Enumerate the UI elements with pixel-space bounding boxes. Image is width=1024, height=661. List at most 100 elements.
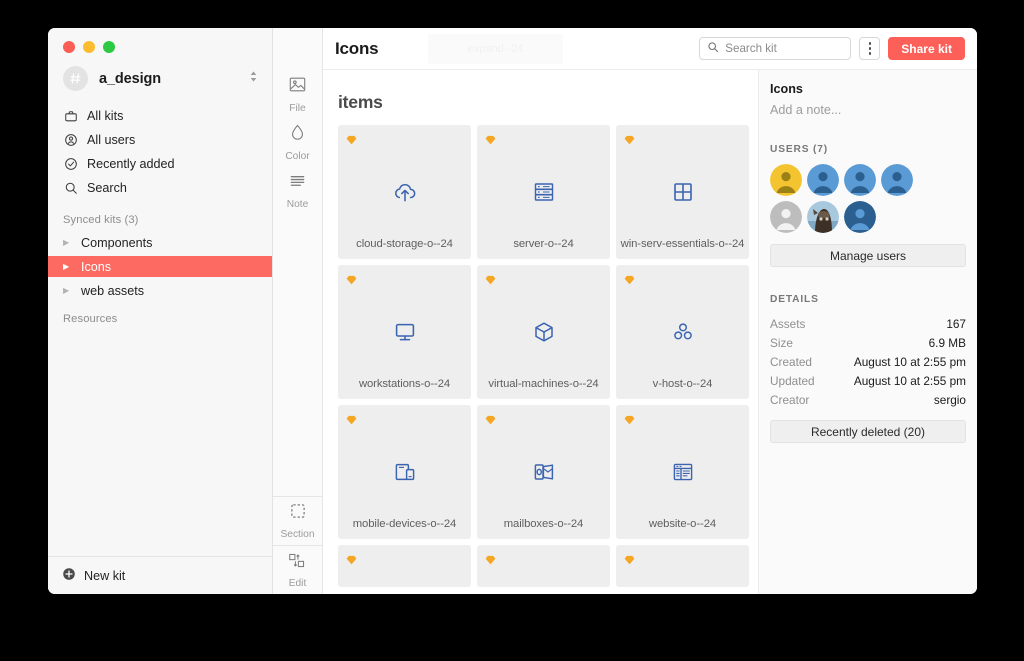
detail-row: Creator sergio (770, 390, 966, 409)
asset-tile[interactable]: mobile-devices-o--24 (338, 405, 471, 539)
page-title: Icons (335, 38, 379, 58)
synced-kits-header: Synced kits (3) (63, 214, 139, 226)
details-list: Assets 167 Size 6.9 MB Created August 10… (770, 314, 966, 409)
asset-tile[interactable]: v-host-o--24 (616, 265, 749, 399)
sidebar: a_design All kits All users Recently add… (48, 28, 273, 594)
dot-icon (868, 42, 872, 45)
sketch-badge-icon (346, 552, 357, 565)
chevron-updown-icon (249, 70, 258, 88)
sidebar-item-all-kits[interactable]: All kits (48, 105, 272, 126)
dashed-square-icon (289, 502, 307, 525)
asset-tile-label: mailboxes-o--24 (503, 518, 584, 530)
zoom-window-button[interactable] (103, 41, 115, 53)
asset-tile[interactable]: win-serv-essentials-o--24 (616, 125, 749, 259)
detail-key: Assets (770, 316, 806, 331)
dot-icon (868, 47, 872, 50)
avatar[interactable] (844, 201, 876, 233)
sketch-badge-icon (485, 272, 496, 285)
search-input[interactable]: Search kit (699, 37, 852, 60)
sketch-badge-icon (485, 552, 496, 565)
outlook-icon (532, 452, 556, 492)
close-window-button[interactable] (63, 41, 75, 53)
sidebar-item-search[interactable]: Search (48, 177, 272, 198)
rail-button-label: Note (286, 198, 309, 210)
asset-tile[interactable] (338, 545, 471, 587)
new-kit-button[interactable]: New kit (48, 556, 272, 594)
sidebar-item-recently-added[interactable]: Recently added (48, 153, 272, 174)
cluster-icon (671, 312, 695, 352)
rail-button-label: Section (280, 529, 315, 540)
detail-value: 167 (946, 316, 966, 331)
avatar[interactable] (807, 201, 839, 233)
asset-tile[interactable]: server-o--24 (477, 125, 610, 259)
manage-users-button[interactable]: Manage users (770, 244, 966, 267)
drag-ghost-label: expand--24 (428, 34, 563, 64)
webpage-icon (671, 452, 695, 492)
asset-tile-label: v-host-o--24 (652, 378, 713, 390)
detail-value: sergio (933, 392, 966, 407)
section-title: items (338, 92, 383, 112)
monitor-icon (393, 312, 417, 352)
asset-tile[interactable]: website-o--24 (616, 405, 749, 539)
asset-tile[interactable] (616, 545, 749, 587)
sidebar-nav: All kits All users Recently added Search (48, 105, 272, 205)
sketch-badge-icon (485, 412, 496, 425)
detail-value: 6.9 MB (928, 335, 966, 350)
kit-item-icons[interactable]: ▶ Icons (48, 256, 272, 277)
sidebar-item-label: Search (87, 180, 127, 195)
asset-tile-label: mobile-devices-o--24 (352, 518, 457, 530)
asset-tile-label: win-serv-essentials-o--24 (620, 238, 745, 250)
rail-button-file[interactable]: File (273, 70, 322, 118)
rail-button-color[interactable]: Color (273, 118, 322, 166)
rail-bottom-group: Section Edit (273, 496, 322, 594)
assets-grid-pane: items cloud-storage-o--24 server-o--24 w… (323, 70, 759, 594)
avatar[interactable] (881, 164, 913, 196)
recently-deleted-button[interactable]: Recently deleted (20) (770, 420, 966, 443)
asset-tile[interactable]: cloud-storage-o--24 (338, 125, 471, 259)
avatar[interactable] (770, 201, 802, 233)
server-rack-icon (532, 172, 556, 212)
users-circle-icon (63, 132, 78, 147)
detail-row: Created August 10 at 2:55 pm (770, 352, 966, 371)
asset-tile[interactable]: workstations-o--24 (338, 265, 471, 399)
minimize-window-button[interactable] (83, 41, 95, 53)
avatar[interactable] (844, 164, 876, 196)
asset-tile[interactable] (477, 545, 610, 587)
kit-item-web-assets[interactable]: ▶ web assets (48, 280, 272, 301)
chevron-right-icon[interactable]: ▶ (63, 238, 72, 247)
search-icon (707, 40, 719, 58)
rail-button-section[interactable]: Section (273, 497, 322, 545)
rail-button-label: File (289, 102, 306, 114)
sketch-badge-icon (346, 132, 357, 145)
search-placeholder: Search kit (725, 42, 777, 55)
kit-item-components[interactable]: ▶ Components (48, 232, 272, 253)
team-switcher[interactable]: a_design (48, 60, 272, 105)
asset-tile[interactable]: mailboxes-o--24 (477, 405, 610, 539)
rail-button-note[interactable]: Note (273, 166, 322, 214)
toolbar-actions: Search kit Share kit (699, 37, 965, 60)
sketch-badge-icon (485, 132, 496, 145)
droplet-icon (288, 123, 307, 147)
asset-tile[interactable]: virtual-machines-o--24 (477, 265, 610, 399)
share-kit-button[interactable]: Share kit (888, 37, 965, 60)
avatar[interactable] (807, 164, 839, 196)
cloud-upload-icon (392, 172, 418, 212)
sketch-badge-icon (624, 272, 635, 285)
detail-key: Size (770, 335, 793, 350)
content-area: items cloud-storage-o--24 server-o--24 w… (323, 70, 977, 594)
kit-item-label: Components (81, 235, 153, 250)
more-options-button[interactable] (859, 37, 881, 60)
sidebar-item-all-users[interactable]: All users (48, 129, 272, 150)
note-input[interactable]: Add a note... (770, 103, 966, 117)
asset-tile-label: website-o--24 (648, 518, 717, 530)
chevron-right-icon[interactable]: ▶ (63, 286, 72, 295)
rail-button-label: Edit (288, 577, 307, 589)
swap-squares-icon (288, 552, 307, 574)
chevron-right-icon[interactable]: ▶ (63, 262, 72, 271)
rail-button-edit[interactable]: Edit (273, 546, 322, 594)
team-name: a_design (99, 70, 162, 87)
tool-rail: File Color Note Section Edit (273, 28, 323, 594)
kit-list: ▶ Components ▶ Icons ▶ web assets (48, 232, 272, 304)
detail-row: Size 6.9 MB (770, 333, 966, 352)
avatar[interactable] (770, 164, 802, 196)
